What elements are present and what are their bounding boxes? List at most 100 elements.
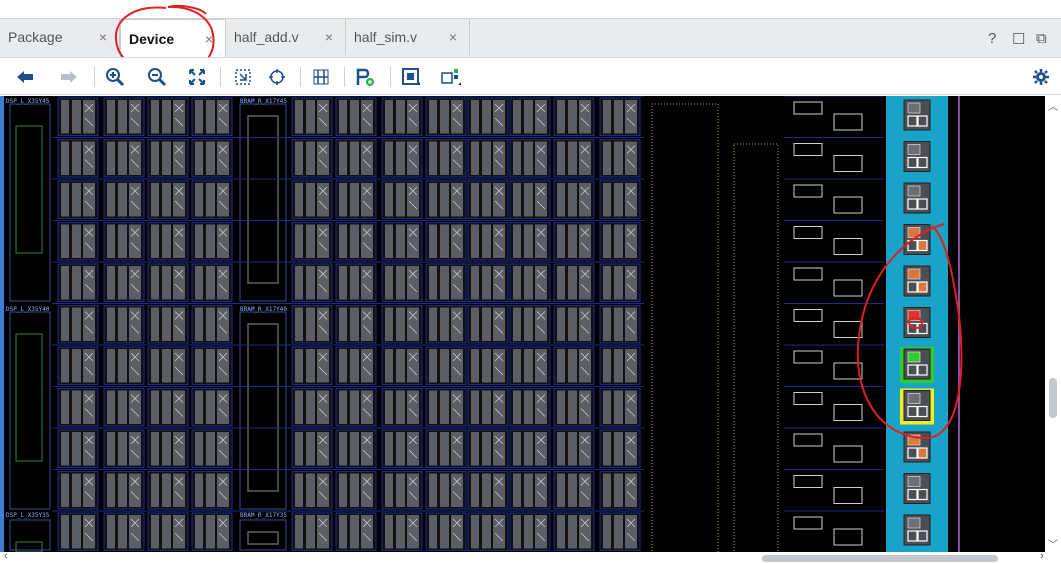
vertical-scrollbar[interactable]: ︿ ﹀ xyxy=(1045,96,1061,552)
slice-strip xyxy=(513,224,521,258)
slice-left xyxy=(306,432,315,466)
slice-left xyxy=(162,515,171,549)
slice-strip xyxy=(513,473,521,507)
slice-right xyxy=(173,141,185,175)
slice-right xyxy=(535,515,547,549)
slice-strip xyxy=(385,473,393,507)
routing-resources-icon[interactable] xyxy=(310,66,332,88)
slice-left xyxy=(440,390,449,424)
float-icon[interactable]: ⧉ xyxy=(1036,30,1047,47)
add-pblock-icon[interactable] xyxy=(354,66,376,88)
zoom-in-icon[interactable] xyxy=(104,66,126,88)
slice-left xyxy=(162,183,171,217)
slice-left xyxy=(482,266,491,300)
horizontal-scrollbar[interactable]: ‹ › xyxy=(0,550,1061,563)
slice-right xyxy=(83,432,95,466)
horizontal-scroll-thumb[interactable] xyxy=(762,555,998,562)
slice-strip xyxy=(107,141,115,175)
slice-strip xyxy=(61,183,69,217)
slice-strip xyxy=(471,390,479,424)
slice-left xyxy=(568,432,577,466)
zoom-out-icon[interactable] xyxy=(146,66,168,88)
io-buffer xyxy=(907,268,921,280)
tab-package[interactable]: Package × xyxy=(0,19,120,55)
toolbar-separator xyxy=(344,67,345,87)
tab-half-add[interactable]: half_add.v × xyxy=(226,19,346,55)
slice-right xyxy=(217,224,229,258)
close-icon[interactable]: × xyxy=(325,29,333,45)
slice-strip xyxy=(557,473,565,507)
help-icon[interactable]: ? xyxy=(988,30,996,47)
interconnect xyxy=(793,516,823,530)
slice-left xyxy=(118,100,127,134)
slice-left xyxy=(440,349,449,383)
slice-left xyxy=(72,141,81,175)
zoom-area-icon[interactable] xyxy=(232,66,254,88)
slice-right xyxy=(129,266,141,300)
slice-right xyxy=(493,307,505,341)
slice-left xyxy=(396,515,405,549)
slice-right xyxy=(493,390,505,424)
slice-strip xyxy=(295,141,303,175)
slice-right xyxy=(407,349,419,383)
site-label: DSP_L_X35Y40 xyxy=(6,306,50,313)
vertical-scroll-thumb[interactable] xyxy=(1049,378,1057,418)
slice-right xyxy=(451,266,463,300)
tab-half-sim[interactable]: half_sim.v × xyxy=(346,19,470,55)
slice-right xyxy=(173,349,185,383)
back-arrow-icon[interactable] xyxy=(14,66,36,88)
slice-strip xyxy=(557,266,565,300)
bram-site xyxy=(239,103,287,302)
slice-right xyxy=(83,100,95,134)
scroll-down-icon[interactable]: ﹀ xyxy=(1048,536,1058,551)
zoom-fit-icon[interactable] xyxy=(186,66,208,88)
slice-right xyxy=(129,183,141,217)
bram-site xyxy=(239,311,287,510)
slice-strip xyxy=(151,224,159,258)
site-label: BRAM_R_X17Y35 xyxy=(240,512,287,519)
scroll-left-icon[interactable]: ‹ xyxy=(4,550,8,562)
slice-left xyxy=(306,224,315,258)
slice-strip xyxy=(471,224,479,258)
slice-strip xyxy=(513,390,521,424)
slice-strip xyxy=(471,307,479,341)
slice-left xyxy=(118,141,127,175)
slice-right xyxy=(407,266,419,300)
slice-left xyxy=(396,100,405,134)
maximize-icon[interactable]: ☐ xyxy=(1012,30,1025,48)
slice-left xyxy=(206,183,215,217)
slice-strip xyxy=(295,224,303,258)
close-icon[interactable]: × xyxy=(449,29,457,45)
slice-right xyxy=(579,349,591,383)
slice-left xyxy=(118,390,127,424)
slice-strip xyxy=(471,515,479,549)
scroll-right-icon[interactable]: › xyxy=(1040,550,1044,562)
device-fabric[interactable] xyxy=(4,96,1045,552)
slice-left xyxy=(440,473,449,507)
io-buffer xyxy=(907,185,921,197)
crosshair-icon[interactable] xyxy=(266,66,288,88)
slice-right xyxy=(451,307,463,341)
slice-right xyxy=(129,100,141,134)
slice-strip xyxy=(151,432,159,466)
slice-strip xyxy=(61,515,69,549)
slice-strip xyxy=(513,266,521,300)
slice-strip xyxy=(471,100,479,134)
scroll-up-icon[interactable]: ︿ xyxy=(1048,98,1058,113)
slice-strip xyxy=(151,349,159,383)
cell-select-icon[interactable] xyxy=(440,66,462,88)
device-view-canvas[interactable]: DSP_L_X35Y45 BRAM_R_X17Y45 DSP_L_X35Y40 … xyxy=(4,96,1045,552)
slice-left xyxy=(350,473,359,507)
gear-icon[interactable] xyxy=(1030,66,1052,88)
slice-right xyxy=(173,390,185,424)
slice-right xyxy=(217,100,229,134)
slice-left xyxy=(162,141,171,175)
slice-left xyxy=(614,266,623,300)
slice-left xyxy=(72,266,81,300)
forward-arrow-icon[interactable] xyxy=(58,66,80,88)
slice-strip xyxy=(557,515,565,549)
slice-right xyxy=(129,432,141,466)
slice-left xyxy=(118,266,127,300)
select-area-icon[interactable] xyxy=(400,66,422,88)
slice-left xyxy=(568,307,577,341)
